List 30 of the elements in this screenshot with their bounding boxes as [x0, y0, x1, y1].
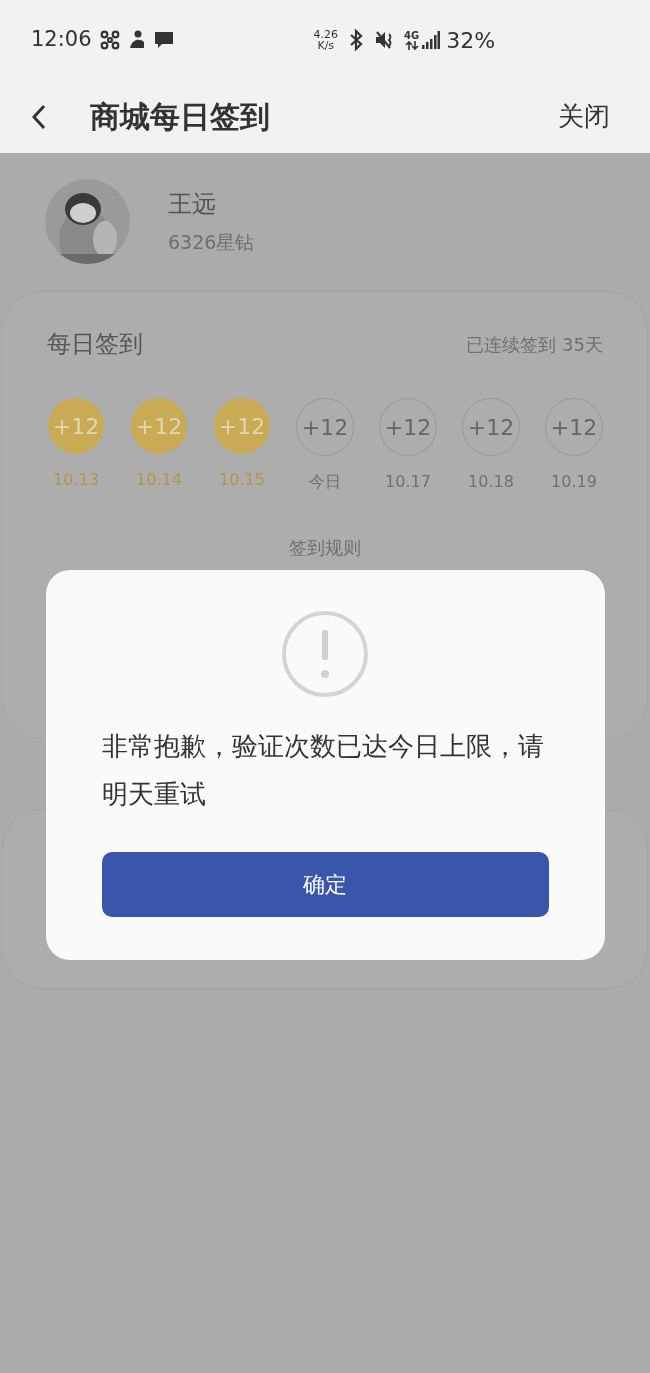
reward-coin: +12 — [48, 398, 104, 454]
battery-level: 32% — [446, 26, 496, 55]
day-date: 10.18 — [468, 471, 514, 493]
chat-icon — [153, 30, 174, 50]
streak-count: 已连续签到 35天 — [466, 332, 603, 357]
page-title: 商城每日签到 — [90, 98, 270, 136]
back-icon[interactable] — [30, 102, 48, 131]
warning-icon — [281, 610, 369, 698]
signal-icon — [422, 31, 441, 49]
user-name: 王远 — [168, 189, 217, 221]
confirm-button[interactable]: 确定 — [101, 852, 549, 917]
dialog-message: 非常抱歉，验证次数已达今日上限，请明天重试 — [101, 730, 545, 811]
points-balance: 6326星钻 — [168, 230, 255, 256]
reward-coin: +12 — [131, 398, 187, 454]
data-arrows-icon — [404, 40, 419, 50]
day-date: 10.15 — [219, 469, 265, 491]
close-button[interactable]: 关闭 — [558, 97, 620, 136]
day-date: 今日 — [309, 471, 341, 493]
day-date: 10.19 — [551, 471, 597, 493]
net-speed: 4.26 — [313, 29, 339, 40]
day-date: 10.13 — [53, 469, 99, 491]
day-date: 10.14 — [136, 469, 182, 491]
day-date: 10.17 — [385, 471, 431, 493]
bluetooth-icon — [348, 29, 365, 51]
figure-icon — [127, 30, 146, 50]
card-title: 每日签到 — [47, 329, 143, 360]
network-type: 4G — [404, 30, 420, 41]
net-speed-unit: K/s — [317, 40, 335, 51]
status-time: 12:06 — [31, 26, 92, 54]
reward-coin: +12 — [214, 398, 270, 454]
